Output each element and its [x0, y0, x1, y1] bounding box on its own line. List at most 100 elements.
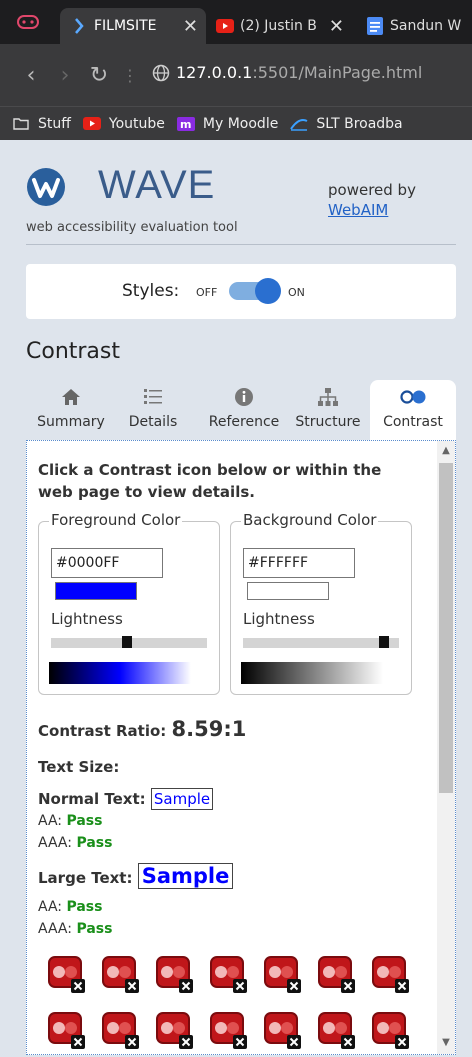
url-path: :5501/MainPage.html [252, 63, 423, 82]
background-legend: Background Color [241, 511, 379, 529]
tab-docs[interactable]: Sandun W [356, 8, 472, 44]
foreground-hex-input[interactable]: #0000FF [51, 548, 163, 578]
contrast-error-icon[interactable] [263, 955, 303, 995]
background-slider-knob[interactable] [379, 636, 389, 648]
bookmark-moodle[interactable]: m My Moodle [176, 116, 278, 132]
styles-off-label: OFF [196, 286, 218, 299]
normal-aa: AA: Pass [38, 813, 102, 829]
bookmark-stuff[interactable]: Stuff [12, 116, 71, 132]
moodle-icon: m [176, 116, 195, 131]
tab-label: Reference [208, 414, 280, 430]
section-title: Contrast [26, 339, 121, 364]
bookmark-slt[interactable]: SLT Broadba [290, 115, 403, 132]
foreground-color-group: Foreground Color #0000FF Lightness [38, 511, 220, 695]
background-lightness-label: Lightness [243, 610, 315, 628]
contrast-error-icon[interactable] [371, 1011, 411, 1051]
styles-toggle-box: Styles: OFF ON [26, 264, 456, 319]
foreground-slider-knob[interactable] [122, 636, 132, 648]
contrast-error-icon[interactable] [101, 955, 141, 995]
address-bar[interactable]: 127.0.0.1:5501/MainPage.html [176, 63, 422, 82]
contrast-error-icon[interactable] [101, 1011, 141, 1051]
scroll-up-icon[interactable]: ▲ [439, 445, 453, 456]
background-hex-input[interactable]: #FFFFFF [243, 548, 355, 578]
youtube-favicon [216, 17, 234, 35]
browser-tabbar: FILMSITE ✕ (2) Justin B ✕ Sandun W [0, 0, 472, 44]
list-icon [118, 380, 188, 414]
background-swatch [247, 582, 329, 600]
contrast-panel: ▲ ▼ Click a Contrast icon below or withi… [26, 440, 456, 1055]
foreground-lightness-label: Lightness [51, 610, 123, 628]
contrast-instructions: Click a Contrast icon below or within th… [38, 461, 382, 501]
powered-by: powered by [328, 181, 416, 199]
pass-badge: Pass [66, 813, 103, 829]
contrast-error-icon[interactable] [371, 955, 411, 995]
browser-toolbar: ‹ › ↻ ⋮ 127.0.0.1:5501/MainPage.html [0, 44, 472, 106]
foreground-legend: Foreground Color [49, 511, 183, 529]
text-size-label: Text Size: [38, 758, 120, 776]
back-icon[interactable]: ‹ [14, 63, 48, 88]
tab-youtube[interactable]: (2) Justin B ✕ [206, 8, 352, 44]
forward-icon[interactable]: › [48, 63, 82, 88]
large-aaa: AAA: Pass [38, 921, 112, 937]
bookmarks-bar: Stuff Youtube m My Moodle SLT Broadba [0, 106, 472, 140]
contrast-error-icon[interactable] [155, 1011, 195, 1051]
url-host: 127.0.0.1 [176, 63, 253, 82]
tab-label: Sandun W [390, 18, 462, 34]
contrast-error-icon[interactable] [317, 1011, 357, 1051]
large-aa: AA: Pass [38, 899, 102, 915]
close-tab-icon[interactable]: ✕ [183, 16, 198, 37]
foreground-swatch [55, 582, 137, 600]
contrast-error-icon[interactable] [155, 955, 195, 995]
filmsite-favicon [70, 17, 88, 35]
tab-details[interactable]: Details [118, 380, 188, 440]
wave-tabs: Summary Details Reference Structure Cont… [26, 380, 456, 440]
tab-label: Structure [295, 414, 361, 430]
info-icon [198, 380, 290, 414]
tab-summary[interactable]: Summary [26, 380, 116, 440]
normal-text-label: Normal Text: [38, 790, 146, 808]
bookmark-youtube[interactable]: Youtube [82, 116, 165, 132]
large-sample: Sample [137, 863, 234, 889]
tab-label: FILMSITE [94, 18, 157, 34]
close-tab-icon[interactable]: ✕ [329, 16, 344, 37]
background-gradient [241, 662, 383, 684]
toolbar-divider: ⋮ [122, 65, 138, 85]
contrast-error-icon[interactable] [263, 1011, 303, 1051]
contrast-error-icon[interactable] [317, 955, 357, 995]
styles-toggle-knob[interactable] [255, 278, 281, 304]
contrast-error-icon[interactable] [47, 955, 87, 995]
site-info-icon[interactable] [144, 64, 178, 87]
wave-title: WAVE [98, 163, 216, 207]
normal-sample: Sample [150, 788, 214, 810]
tab-filmsite[interactable]: FILMSITE ✕ [60, 8, 206, 44]
background-lightness-slider[interactable] [243, 636, 399, 648]
bookmark-label: SLT Broadba [316, 115, 403, 132]
tab-structure[interactable]: Structure [292, 380, 364, 440]
slt-icon [290, 117, 308, 131]
contrast-icon [370, 380, 456, 414]
folder-icon [12, 117, 30, 131]
reload-icon[interactable]: ↻ [82, 63, 116, 88]
styles-on-label: ON [288, 286, 305, 299]
tab-contrast[interactable]: Contrast [370, 380, 456, 440]
contrast-ratio: Contrast Ratio: 8.59:1 [38, 717, 246, 741]
webaim-link[interactable]: WebAIM [328, 201, 388, 219]
gamepad-icon[interactable] [0, 0, 56, 44]
scrollbar-thumb[interactable] [439, 463, 453, 793]
aaa-label: AAA: [38, 921, 72, 937]
tab-label: (2) Justin B [240, 18, 317, 34]
aaa-label: AAA: [38, 835, 72, 851]
aa-label: AA: [38, 813, 63, 829]
pass-badge: Pass [66, 899, 103, 915]
wave-logo-icon [27, 168, 65, 206]
tab-reference[interactable]: Reference [198, 380, 290, 440]
background-color-group: Background Color #FFFFFF Lightness [230, 511, 412, 695]
contrast-error-icon[interactable] [209, 955, 249, 995]
contrast-error-icons-row-1 [47, 955, 423, 999]
contrast-error-icon[interactable] [47, 1011, 87, 1051]
docs-favicon [366, 17, 384, 35]
scroll-down-icon[interactable]: ▼ [439, 1037, 453, 1048]
contrast-error-icon[interactable] [209, 1011, 249, 1051]
foreground-lightness-slider[interactable] [51, 636, 207, 648]
pass-badge: Pass [76, 921, 113, 937]
